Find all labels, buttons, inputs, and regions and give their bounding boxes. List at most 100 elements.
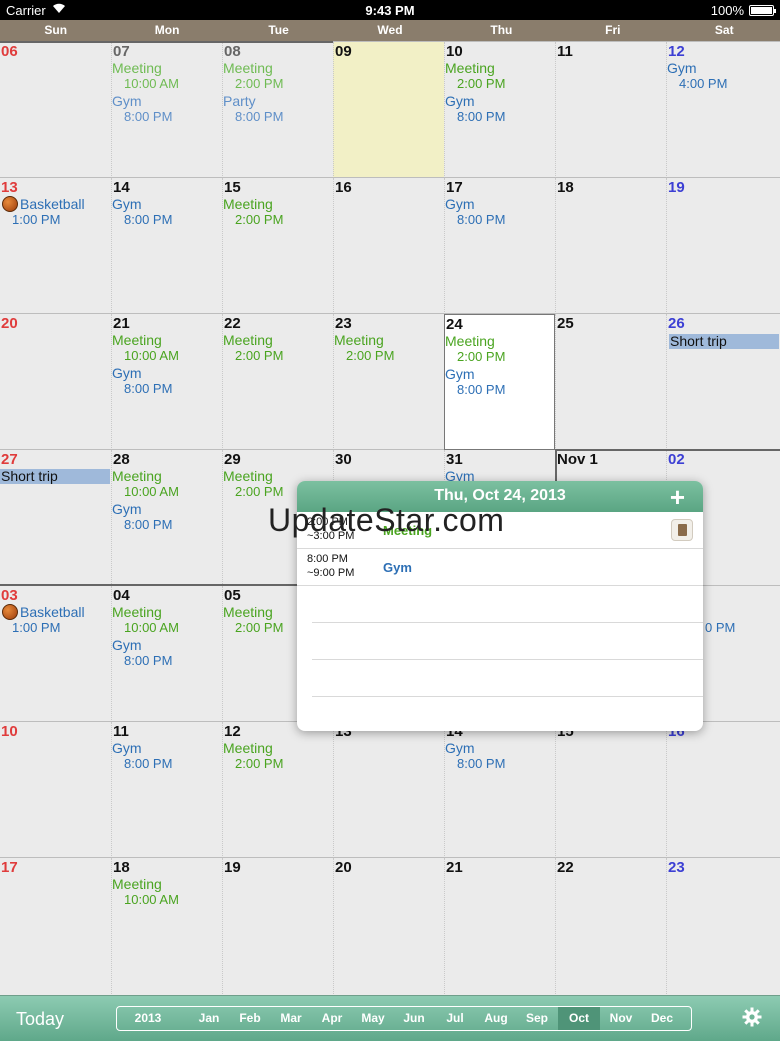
event-title[interactable]: Gym bbox=[445, 740, 475, 756]
month-jul[interactable]: Jul bbox=[435, 1007, 475, 1030]
day-cell[interactable]: 13 Basketball 1:00 PM bbox=[0, 178, 111, 314]
event-title[interactable]: Meeting bbox=[223, 60, 273, 76]
day-cell[interactable]: 07 Meeting 10:00 AM Gym 8:00 PM bbox=[111, 42, 222, 178]
day-cell[interactable]: 11 bbox=[555, 42, 666, 178]
day-cell[interactable]: 03 Basketball 1:00 PM bbox=[0, 586, 111, 722]
event-title[interactable]: Gym bbox=[445, 93, 475, 109]
event-title[interactable]: Gym bbox=[445, 366, 475, 382]
day-cell[interactable]: 12 Meeting 2:00 PM bbox=[222, 722, 333, 858]
week-row: 20 21 Meeting 10:00 AM Gym 8:00 PM 22 Me… bbox=[0, 313, 780, 450]
event-title[interactable]: Gym bbox=[112, 365, 142, 381]
note-icon[interactable] bbox=[671, 519, 693, 541]
year-label[interactable]: 2013 bbox=[123, 1007, 173, 1030]
day-cell[interactable]: 06 bbox=[0, 42, 111, 178]
day-cell[interactable]: 13 bbox=[333, 722, 444, 858]
month-jun[interactable]: Jun bbox=[394, 1007, 434, 1030]
month-may[interactable]: May bbox=[353, 1007, 393, 1030]
event-title[interactable]: Meeting bbox=[112, 60, 162, 76]
day-cell[interactable]: 18 bbox=[555, 178, 666, 314]
popover-empty-row[interactable] bbox=[312, 586, 703, 623]
event-title[interactable]: Gym bbox=[112, 740, 142, 756]
day-cell[interactable]: 19 bbox=[666, 178, 780, 314]
month-mar[interactable]: Mar bbox=[271, 1007, 311, 1030]
day-cell[interactable]: 21 Meeting 10:00 AM Gym 8:00 PM bbox=[111, 314, 222, 450]
month-dec[interactable]: Dec bbox=[642, 1007, 682, 1030]
month-oct-selected[interactable]: Oct bbox=[558, 1007, 600, 1030]
day-cell[interactable]: 28 Meeting 10:00 AM Gym 8:00 PM bbox=[111, 450, 222, 586]
event-title[interactable]: Meeting bbox=[445, 60, 495, 76]
event-time: 2:00 PM bbox=[235, 348, 284, 363]
day-cell-today[interactable]: 09 bbox=[333, 42, 444, 178]
day-cell[interactable]: 12 Gym 4:00 PM bbox=[666, 42, 780, 178]
event-title[interactable]: Meeting bbox=[112, 604, 162, 620]
day-cell[interactable]: 21 bbox=[444, 858, 555, 996]
day-cell[interactable]: 16 bbox=[666, 722, 780, 858]
month-aug[interactable]: Aug bbox=[476, 1007, 516, 1030]
day-number: 26 bbox=[668, 315, 685, 332]
event-title[interactable]: Meeting bbox=[112, 332, 162, 348]
event-title[interactable]: Party bbox=[223, 93, 256, 109]
day-cell[interactable]: 08 Meeting 2:00 PM Party 8:00 PM bbox=[222, 42, 333, 178]
month-sep[interactable]: Sep bbox=[517, 1007, 557, 1030]
day-cell[interactable]: 15 Meeting 2:00 PM bbox=[222, 178, 333, 314]
day-cell[interactable]: 25 bbox=[555, 314, 666, 450]
event-title[interactable]: Meeting bbox=[223, 332, 273, 348]
multi-day-event[interactable]: Short trip bbox=[669, 334, 779, 349]
event-title[interactable]: Meeting bbox=[223, 468, 273, 484]
month-feb[interactable]: Feb bbox=[230, 1007, 270, 1030]
day-cell[interactable]: 04 Meeting 10:00 AM Gym 8:00 PM bbox=[111, 586, 222, 722]
day-cell[interactable]: 14 Gym 8:00 PM bbox=[111, 178, 222, 314]
add-event-button[interactable]: + bbox=[670, 482, 685, 513]
event-title[interactable]: Gym bbox=[112, 501, 142, 517]
multi-day-event[interactable]: Short trip bbox=[0, 469, 110, 484]
day-cell[interactable]: 10 Meeting 2:00 PM Gym 8:00 PM bbox=[444, 42, 555, 178]
day-cell[interactable]: 10 bbox=[0, 722, 111, 858]
day-cell[interactable]: 11 Gym 8:00 PM bbox=[111, 722, 222, 858]
event-title[interactable]: Basketball bbox=[20, 604, 85, 620]
event-title[interactable]: Gym bbox=[112, 93, 142, 109]
event-title[interactable]: Meeting bbox=[445, 333, 495, 349]
popover-empty-row[interactable] bbox=[312, 623, 703, 660]
day-number: 11 bbox=[113, 723, 129, 740]
month-jan[interactable]: Jan bbox=[189, 1007, 229, 1030]
day-cell[interactable]: 27 Short trip bbox=[0, 450, 111, 586]
day-number: 10 bbox=[446, 43, 463, 60]
event-time: 2:00 PM bbox=[235, 212, 284, 227]
day-cell[interactable]: 17 bbox=[0, 858, 111, 996]
event-title[interactable]: Meeting bbox=[112, 876, 162, 892]
event-title[interactable]: Meeting bbox=[223, 196, 273, 212]
day-cell[interactable]: 16 bbox=[333, 178, 444, 314]
event-title[interactable]: Basketball bbox=[20, 196, 85, 212]
day-cell[interactable]: 22 bbox=[555, 858, 666, 996]
day-cell[interactable]: 26 Short trip bbox=[666, 314, 780, 450]
day-number: 05 bbox=[224, 587, 241, 604]
day-cell[interactable]: 20 bbox=[333, 858, 444, 996]
day-cell[interactable]: 15 bbox=[555, 722, 666, 858]
day-cell[interactable]: 14 Gym 8:00 PM bbox=[444, 722, 555, 858]
popover-empty-row[interactable] bbox=[312, 660, 703, 697]
event-title[interactable]: Gym bbox=[667, 60, 697, 76]
event-title[interactable]: Gym bbox=[112, 196, 142, 212]
popover-event-row[interactable]: 8:00 PM ~9:00 PM Gym bbox=[297, 549, 703, 586]
event-title[interactable]: Gym bbox=[445, 196, 475, 212]
day-cell[interactable]: 19 bbox=[222, 858, 333, 996]
day-cell-selected[interactable]: 24 Meeting 2:00 PM Gym 8:00 PM bbox=[444, 314, 555, 450]
month-nov[interactable]: Nov bbox=[601, 1007, 641, 1030]
day-cell[interactable]: 22 Meeting 2:00 PM bbox=[222, 314, 333, 450]
event-title[interactable]: Meeting bbox=[223, 604, 273, 620]
event-title[interactable]: Meeting bbox=[112, 468, 162, 484]
event-title[interactable]: Meeting bbox=[334, 332, 384, 348]
day-cell[interactable]: 23 Meeting 2:00 PM bbox=[333, 314, 444, 450]
gear-icon[interactable] bbox=[742, 1007, 762, 1027]
event-time: 2:00 PM bbox=[346, 348, 395, 363]
event-time: 2:00 PM bbox=[235, 756, 284, 771]
day-cell[interactable]: 17 Gym 8:00 PM bbox=[444, 178, 555, 314]
today-button[interactable]: Today bbox=[16, 1009, 64, 1030]
day-cell[interactable]: 18 Meeting 10:00 AM bbox=[111, 858, 222, 996]
event-title[interactable]: Meeting bbox=[223, 740, 273, 756]
month-apr[interactable]: Apr bbox=[312, 1007, 352, 1030]
day-cell[interactable]: 23 bbox=[666, 858, 780, 996]
event-time: 1:00 PM bbox=[12, 620, 61, 635]
day-cell[interactable]: 20 bbox=[0, 314, 111, 450]
event-title[interactable]: Gym bbox=[112, 637, 142, 653]
